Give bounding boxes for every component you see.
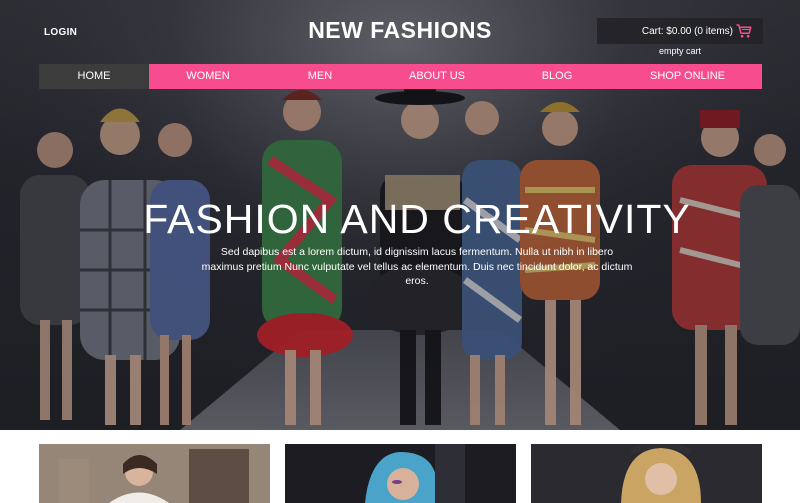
empty-cart-link[interactable]: empty cart xyxy=(597,46,763,56)
blonde-portrait-image xyxy=(531,444,762,503)
feature-image-2[interactable] xyxy=(285,444,516,503)
hero-banner: LOGIN NEW FASHIONS Cart: $0.00 (0 items)… xyxy=(0,0,800,430)
shopping-cart-icon xyxy=(736,24,752,38)
nav-item-about-us[interactable]: ABOUT US xyxy=(373,64,501,89)
nav-item-men[interactable]: MEN xyxy=(267,64,373,89)
page: LOGIN NEW FASHIONS Cart: $0.00 (0 items)… xyxy=(0,0,800,503)
hero-subtext: Sed dapibus est a lorem dictum, id digni… xyxy=(201,246,633,287)
cart-button[interactable]: Cart: $0.00 (0 items) xyxy=(597,18,763,44)
woman-portrait-image xyxy=(39,444,270,503)
cart-summary: Cart: $0.00 (0 items) xyxy=(641,25,733,37)
main-nav: HOME WOMEN MEN ABOUT US BLOG SHOP ONLINE xyxy=(39,64,762,89)
nav-item-home[interactable]: HOME xyxy=(39,64,149,89)
hero-heading: FASHION AND CREATIVITY xyxy=(143,196,691,242)
nav-item-blog[interactable]: BLOG xyxy=(501,64,613,89)
feature-image-3[interactable] xyxy=(531,444,762,503)
blue-hair-portrait-image xyxy=(285,444,516,503)
feature-image-1[interactable] xyxy=(39,444,270,503)
nav-item-women[interactable]: WOMEN xyxy=(149,64,267,89)
nav-item-shop-online[interactable]: SHOP ONLINE xyxy=(613,64,762,89)
